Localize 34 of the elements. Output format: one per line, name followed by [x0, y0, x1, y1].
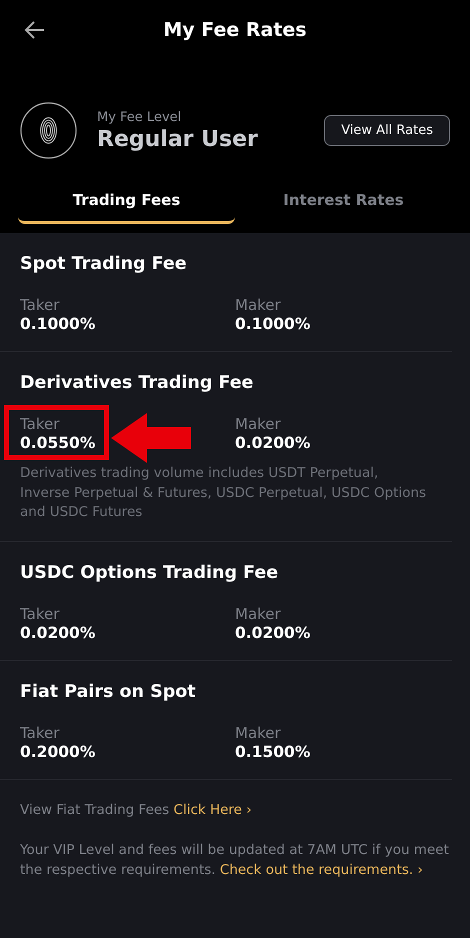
rate-value: 0.0200%	[235, 434, 310, 452]
rate-label: Maker	[235, 415, 282, 433]
pointer-arrow-icon	[111, 413, 192, 463]
tab[interactable]: Trading Fees	[18, 183, 235, 224]
rate-value: 0.1000%	[20, 315, 96, 333]
fee-level-label: My Fee Level	[97, 110, 182, 124]
requirements-link[interactable]: Check out the requirements. ›	[220, 862, 423, 878]
click-here-link[interactable]: Click Here ›	[174, 802, 252, 818]
page-title: My Fee Rates	[163, 19, 307, 41]
fiat-fees-text: View Fiat Trading Fees Click Here ›	[20, 800, 253, 820]
rate-value: 0.0550%	[20, 434, 96, 452]
rate-value: 0.0200%	[20, 624, 96, 642]
section-title: Fiat Pairs on Spot	[20, 682, 197, 702]
section-title: USDC Options Trading Fee	[20, 562, 280, 582]
rate-label: Taker	[20, 604, 60, 622]
vip-update-text: Your VIP Level and fees will be updated at 7AM UTC if you meet the respective requirements. Check out the requirements. ›	[20, 840, 450, 880]
rate-label: Taker	[20, 724, 60, 742]
back-arrow-icon[interactable]	[24, 19, 46, 41]
rate-label: Maker	[235, 604, 282, 622]
section-title: Spot Trading Fee	[20, 254, 188, 274]
rate-value: 0.0200%	[235, 624, 310, 642]
rate-value: 0.1500%	[235, 742, 310, 760]
rate-label: Maker	[235, 724, 282, 742]
view-all-rates-button[interactable]: View All Rates	[324, 115, 450, 146]
section-title: Derivatives Trading Fee	[20, 373, 254, 393]
rate-value: 0.1000%	[235, 315, 310, 333]
section-note: Derivatives trading volume includes USDT Perpetual, Inverse Perpetual & Futures, USDC Perpetual, USDC Options and USDC Futures	[20, 464, 428, 522]
rate-label: Taker	[20, 415, 60, 433]
rate-value: 0.2000%	[20, 742, 96, 760]
rate-label: Maker	[235, 296, 282, 314]
fee-level-value: Regular User	[97, 126, 259, 152]
level-badge-icon	[20, 102, 77, 159]
rate-label: Taker	[20, 296, 60, 314]
tab[interactable]: Interest Rates	[235, 183, 452, 224]
